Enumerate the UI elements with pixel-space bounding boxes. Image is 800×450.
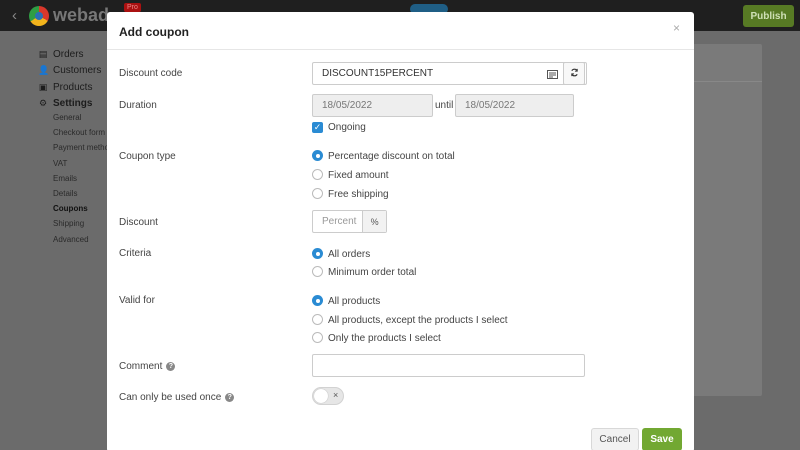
duration-end-value: 18/05/2022: [465, 100, 516, 111]
once-label: Can only be used once: [119, 392, 222, 403]
back-arrow-icon[interactable]: ‹: [12, 8, 17, 23]
modal-header: Add coupon ×: [107, 12, 694, 50]
valid-for-option-only: Only the products I select: [328, 333, 441, 344]
discount-code-value: DISCOUNT15PERCENT: [322, 68, 434, 79]
logo-icon: [29, 6, 49, 26]
ongoing-checkbox[interactable]: ✓: [312, 122, 323, 133]
coupon-type-radio-fixed[interactable]: [312, 169, 323, 180]
sidebar-item-products[interactable]: ▣ Products: [38, 79, 101, 96]
duration-start-input[interactable]: 18/05/2022: [312, 94, 433, 117]
sidebar-item-label: Orders: [53, 48, 84, 60]
products-icon: ▣: [38, 81, 48, 92]
sidebar-item-label: Products: [53, 81, 93, 93]
criteria-radio-all-orders[interactable]: [312, 248, 323, 259]
sidebar-item-settings[interactable]: ⚙ Settings: [38, 96, 101, 113]
criteria-radio-minimum[interactable]: [312, 266, 323, 277]
until-label: until: [435, 100, 454, 111]
cancel-button[interactable]: Cancel: [591, 428, 639, 450]
sidebar-item-label: Settings: [53, 98, 93, 110]
valid-for-radio-except[interactable]: [312, 314, 323, 325]
duration-end-input[interactable]: 18/05/2022: [455, 94, 574, 117]
close-icon[interactable]: ×: [673, 21, 680, 35]
coupon-type-radio-percentage[interactable]: [312, 150, 323, 161]
discount-code-label: Discount code: [119, 68, 183, 79]
pro-badge: Pro: [124, 3, 141, 12]
discount-input-group: Percent %: [312, 210, 387, 233]
once-toggle[interactable]: ×: [312, 387, 344, 405]
discount-input[interactable]: Percent: [313, 211, 362, 232]
help-icon[interactable]: ?: [166, 362, 176, 371]
sidebar-nav: ▤ Orders 👤 Customers ▣ Products ⚙ Settings: [38, 46, 101, 112]
valid-for-radio-all[interactable]: [312, 295, 323, 306]
coupon-type-label: Coupon type: [119, 151, 176, 162]
criteria-label: Criteria: [119, 248, 152, 259]
valid-for-option-except: All products, except the products I sele…: [328, 315, 508, 326]
publish-button[interactable]: Publish: [743, 5, 794, 27]
criteria-option-all-orders: All orders: [328, 249, 371, 260]
background-panel: [690, 44, 762, 396]
coupon-type-option-fixed: Fixed amount: [328, 170, 389, 181]
coupon-type-option-percentage: Percentage discount on total: [328, 151, 455, 162]
once-row-label: Can only be used once ?: [119, 392, 235, 403]
valid-for-label: Valid for: [119, 295, 155, 306]
help-icon[interactable]: ?: [225, 393, 235, 402]
comment-label: Comment: [119, 361, 163, 372]
sidebar-item-label: Customers: [53, 65, 102, 77]
duration-start-value: 18/05/2022: [322, 100, 373, 111]
valid-for-radio-only[interactable]: [312, 332, 323, 343]
orders-icon: ▤: [38, 48, 48, 59]
ongoing-label: Ongoing: [328, 122, 366, 133]
add-coupon-modal: Add coupon × Discount code DISCOUNT15PER…: [107, 12, 694, 450]
comment-input[interactable]: [312, 354, 585, 377]
criteria-option-minimum: Minimum order total: [328, 267, 417, 278]
duration-label: Duration: [119, 100, 157, 111]
user-icon: 👤: [38, 65, 50, 76]
refresh-icon: [570, 68, 579, 80]
toggle-knob: [314, 389, 328, 403]
percent-addon: %: [362, 211, 386, 232]
save-button[interactable]: Save: [642, 428, 682, 450]
comment-row-label: Comment ?: [119, 361, 176, 372]
sidebar-item-customers[interactable]: 👤 Customers: [38, 63, 101, 80]
logo-text: webad: [53, 5, 110, 25]
sidebar-item-orders[interactable]: ▤ Orders: [38, 46, 101, 63]
discount-label: Discount: [119, 217, 158, 228]
toggle-off-icon: ×: [333, 390, 339, 400]
valid-for-option-all: All products: [328, 296, 381, 307]
coupon-type-option-free-shipping: Free shipping: [328, 189, 389, 200]
generate-code-button[interactable]: [563, 62, 585, 85]
gear-icon: ⚙: [38, 98, 48, 109]
modal-title: Add coupon: [119, 25, 189, 39]
coupon-type-radio-free-shipping[interactable]: [312, 188, 323, 199]
list-icon[interactable]: [545, 67, 559, 81]
